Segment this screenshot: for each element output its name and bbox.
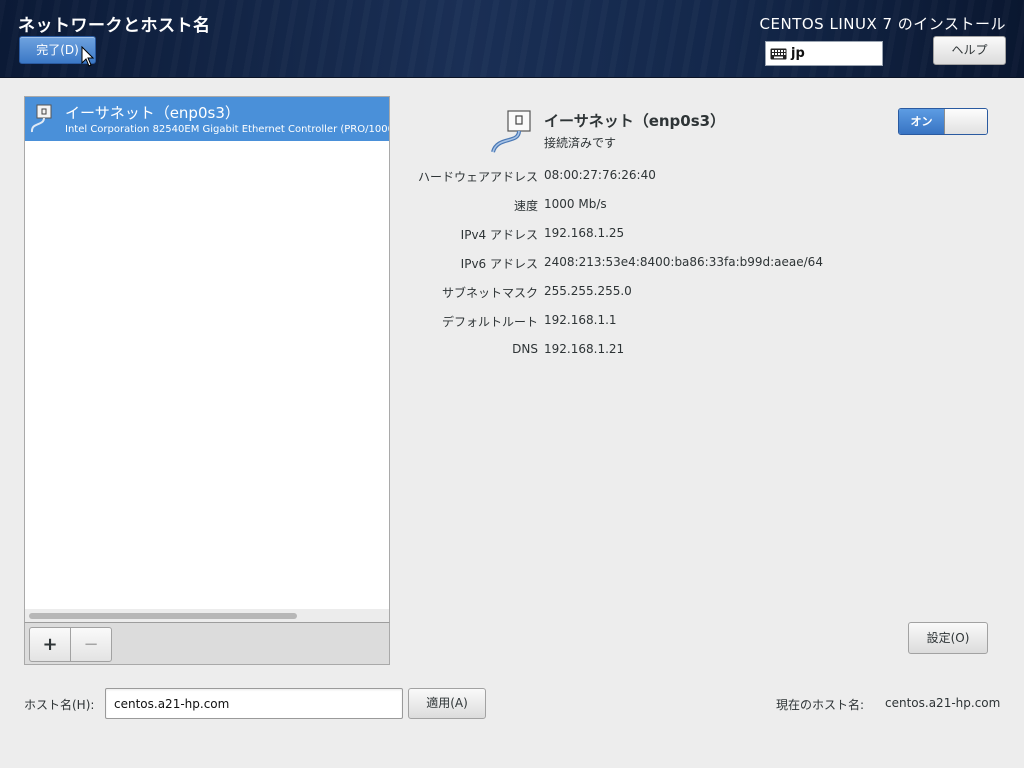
hostname-label: ホスト名(H): xyxy=(24,698,95,712)
info-value: 2408:213:53e4:8400:ba86:33fa:b99d:aeae/6… xyxy=(544,255,823,269)
info-label: ハードウェアアドレス xyxy=(417,170,538,184)
keyboard-layout-label: jp xyxy=(791,46,805,61)
detail-device-name: イーサネット（enp0s3） xyxy=(544,112,726,130)
info-label: デフォルトルート xyxy=(441,315,538,329)
scrollbar-thumb[interactable] xyxy=(29,613,297,619)
toggle-on-label: オン xyxy=(899,109,944,134)
info-value: 1000 Mb/s xyxy=(544,197,607,211)
info-label: IPv6 アドレス xyxy=(460,257,538,271)
install-title: CENTOS LINUX 7 のインストール xyxy=(759,15,1006,33)
info-value: 192.168.1.1 xyxy=(544,313,617,327)
info-row-ipv4: IPv4 アドレス 192.168.1.25 xyxy=(400,226,1000,246)
current-hostname-label: 現在のホスト名: xyxy=(776,698,865,712)
page-title: ネットワークとホスト名 xyxy=(18,16,211,36)
info-row-ipv6: IPv6 アドレス 2408:213:53e4:8400:ba86:33fa:b… xyxy=(400,255,1000,275)
device-name: イーサネット（enp0s3） xyxy=(65,104,240,122)
info-value: 192.168.1.21 xyxy=(544,342,625,356)
info-row-subnet-mask: サブネットマスク 255.255.255.0 xyxy=(400,284,1000,304)
info-label: DNS xyxy=(512,342,538,356)
ethernet-cable-icon xyxy=(30,104,52,133)
device-list-item[interactable]: イーサネット（enp0s3） Intel Corporation 82540EM… xyxy=(25,97,389,141)
device-list: イーサネット（enp0s3） Intel Corporation 82540EM… xyxy=(24,96,390,624)
connection-toggle[interactable]: オン xyxy=(898,108,988,135)
device-description: Intel Corporation 82540EM Gigabit Ethern… xyxy=(65,124,389,135)
current-hostname-value: centos.a21-hp.com xyxy=(885,696,1001,710)
toggle-knob[interactable] xyxy=(944,109,987,134)
info-value: 08:00:27:76:26:40 xyxy=(544,168,656,182)
info-value: 192.168.1.25 xyxy=(544,226,625,240)
info-row-hardware-address: ハードウェアアドレス 08:00:27:76:26:40 xyxy=(400,168,1000,188)
horizontal-scrollbar[interactable] xyxy=(25,609,389,623)
mouse-pointer-icon xyxy=(81,46,95,67)
device-list-toolbar: + − xyxy=(24,622,390,665)
info-row-default-route: デフォルトルート 192.168.1.1 xyxy=(400,313,1000,333)
connection-status: 接続済みです xyxy=(544,136,617,150)
keyboard-icon xyxy=(770,48,787,59)
info-value: 255.255.255.0 xyxy=(544,284,632,298)
info-label: サブネットマスク xyxy=(441,286,538,300)
info-label: IPv4 アドレス xyxy=(460,228,538,242)
hostname-input[interactable] xyxy=(105,688,403,719)
info-row-dns: DNS 192.168.1.21 xyxy=(400,342,1000,362)
info-label: 速度 xyxy=(513,199,538,213)
add-device-button[interactable]: + xyxy=(29,627,71,662)
help-button[interactable]: ヘルプ xyxy=(933,36,1006,65)
remove-device-button[interactable]: − xyxy=(70,627,112,662)
info-row-speed: 速度 1000 Mb/s xyxy=(400,197,1000,217)
ethernet-cable-icon xyxy=(491,110,531,153)
settings-button[interactable]: 設定(O) xyxy=(908,622,988,654)
keyboard-layout-indicator[interactable]: jp xyxy=(765,41,883,66)
apply-button[interactable]: 適用(A) xyxy=(408,688,486,719)
header-bar: ネットワークとホスト名 完了(D) CENTOS LINUX 7 のインストール… xyxy=(0,0,1024,78)
